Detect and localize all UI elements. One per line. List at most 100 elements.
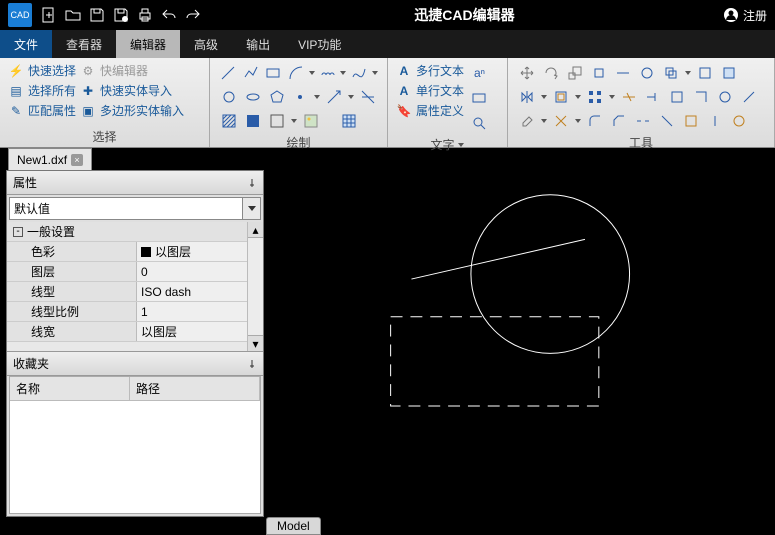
region-icon[interactable]: [266, 110, 288, 132]
ray-icon[interactable]: [323, 86, 345, 108]
match-props-button[interactable]: ✎匹配属性: [8, 102, 76, 119]
more-tool-2-icon[interactable]: [612, 62, 634, 84]
spline-icon[interactable]: [349, 62, 369, 84]
copy-icon[interactable]: [660, 62, 682, 84]
trim-icon[interactable]: [618, 86, 640, 108]
multitext-button[interactable]: A多行文本: [396, 62, 464, 79]
prop-row-layer[interactable]: 图层0: [7, 262, 263, 282]
extend-icon[interactable]: [642, 86, 664, 108]
scroll-down-icon[interactable]: ▾: [248, 335, 263, 351]
explode-icon[interactable]: [550, 110, 572, 132]
prop-row-linetype[interactable]: 线型ISO dash: [7, 282, 263, 302]
array-icon[interactable]: [584, 86, 606, 108]
select-all-button[interactable]: ▤选择所有: [8, 82, 76, 99]
import-entity-button[interactable]: ✚快速实体导入: [80, 82, 184, 99]
menu-advanced[interactable]: 高级: [180, 30, 232, 58]
singletext-button[interactable]: A单行文本: [396, 82, 464, 99]
new-file-icon[interactable]: [38, 4, 60, 26]
mirror-dropdown[interactable]: [540, 86, 548, 108]
scale-icon[interactable]: [564, 62, 586, 84]
break-icon[interactable]: [632, 110, 654, 132]
save-icon[interactable]: [86, 4, 108, 26]
mirror-icon[interactable]: [516, 86, 538, 108]
quick-editor-button[interactable]: ⚙快编辑器: [80, 62, 184, 79]
t2-icon[interactable]: [666, 86, 688, 108]
pin-icon[interactable]: [247, 359, 257, 369]
move-icon[interactable]: [516, 62, 538, 84]
undo-icon[interactable]: [158, 4, 180, 26]
more-tool-3-icon[interactable]: [636, 62, 658, 84]
prop-section[interactable]: -一般设置: [7, 222, 263, 242]
prop-scrollbar[interactable]: ▴ ▾: [247, 222, 263, 351]
find-icon[interactable]: [468, 112, 490, 134]
open-file-icon[interactable]: [62, 4, 84, 26]
scroll-up-icon[interactable]: ▴: [248, 222, 263, 238]
fav-col-path[interactable]: 路径: [130, 377, 260, 400]
t4-icon[interactable]: [714, 86, 736, 108]
point-dropdown[interactable]: [313, 86, 321, 108]
revcloud-dropdown[interactable]: [340, 62, 347, 84]
tool-y-icon[interactable]: [704, 110, 726, 132]
image-icon[interactable]: [300, 110, 322, 132]
text-expand-icon[interactable]: [457, 140, 465, 150]
fillet-icon[interactable]: [584, 110, 606, 132]
copy-dropdown[interactable]: [684, 62, 692, 84]
t3-icon[interactable]: [690, 86, 712, 108]
prop-row-ltscale[interactable]: 线型比例1: [7, 302, 263, 322]
region-dropdown[interactable]: [290, 110, 298, 132]
close-tab-icon[interactable]: ×: [71, 154, 83, 166]
menu-output[interactable]: 输出: [232, 30, 284, 58]
explode-dropdown[interactable]: [574, 110, 582, 132]
register-button[interactable]: 注册: [723, 7, 767, 24]
rotate-icon[interactable]: [540, 62, 562, 84]
print-icon[interactable]: [134, 4, 156, 26]
gradient-icon[interactable]: [242, 110, 264, 132]
props-combo[interactable]: 默认值: [9, 197, 261, 220]
menu-viewer[interactable]: 查看器: [52, 30, 116, 58]
join-icon[interactable]: [656, 110, 678, 132]
table-icon[interactable]: [338, 110, 360, 132]
menu-vip[interactable]: VIP功能: [284, 30, 355, 58]
arc-dropdown[interactable]: [308, 62, 315, 84]
redo-icon[interactable]: [182, 4, 204, 26]
t5-icon[interactable]: [738, 86, 760, 108]
field-icon[interactable]: [468, 87, 490, 109]
drawing-canvas[interactable]: [266, 170, 775, 517]
hatch-icon[interactable]: [218, 110, 240, 132]
xline-icon[interactable]: [357, 86, 379, 108]
text-style-icon[interactable]: aⁿ: [468, 62, 490, 84]
polygon-tool-icon[interactable]: [266, 86, 288, 108]
revcloud-icon[interactable]: [317, 62, 337, 84]
offset-icon[interactable]: [550, 86, 572, 108]
menu-file[interactable]: 文件: [0, 30, 52, 58]
erase-dropdown[interactable]: [540, 110, 548, 132]
point-icon[interactable]: [290, 86, 312, 108]
prop-row-color[interactable]: 色彩以图层: [7, 242, 263, 262]
collapse-icon[interactable]: -: [13, 227, 23, 237]
quick-select-button[interactable]: ⚡快速选择: [8, 62, 76, 79]
rect-icon[interactable]: [263, 62, 283, 84]
polygon-input-button[interactable]: ▣多边形实体输入: [80, 102, 184, 119]
prop-row-lineweight[interactable]: 线宽以图层: [7, 322, 263, 342]
chamfer-icon[interactable]: [608, 110, 630, 132]
save-as-icon[interactable]: [110, 4, 132, 26]
circle-icon[interactable]: [218, 86, 240, 108]
attrdef-button[interactable]: 🔖属性定义: [396, 102, 464, 119]
polyline-icon[interactable]: [240, 62, 260, 84]
props-combo-button[interactable]: [242, 198, 260, 219]
menu-editor[interactable]: 编辑器: [116, 30, 180, 58]
ray-dropdown[interactable]: [347, 86, 355, 108]
offset-dropdown[interactable]: [574, 86, 582, 108]
pin-icon[interactable]: [247, 178, 257, 188]
tool-b-icon[interactable]: [718, 62, 740, 84]
tool-x-icon[interactable]: [680, 110, 702, 132]
fav-col-name[interactable]: 名称: [10, 377, 130, 400]
tool-z-icon[interactable]: [728, 110, 750, 132]
arc-icon[interactable]: [285, 62, 305, 84]
line-icon[interactable]: [218, 62, 238, 84]
tool-a-icon[interactable]: [694, 62, 716, 84]
erase-icon[interactable]: [516, 110, 538, 132]
document-tab[interactable]: New1.dxf ×: [8, 148, 92, 170]
model-tab[interactable]: Model: [266, 517, 321, 535]
array-dropdown[interactable]: [608, 86, 616, 108]
